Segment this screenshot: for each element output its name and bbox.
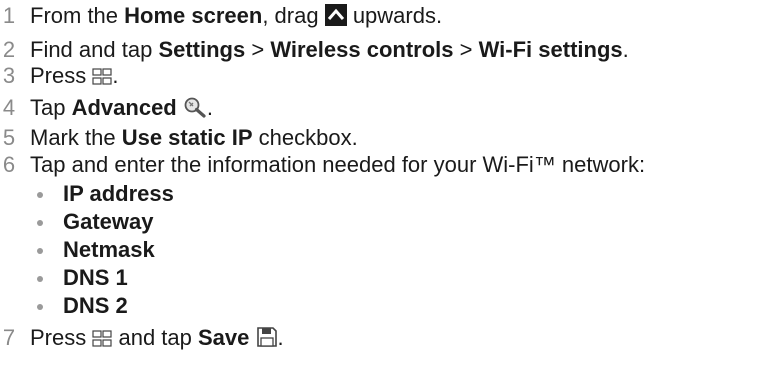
bullet-icon xyxy=(37,192,43,198)
step-text: . xyxy=(206,95,213,120)
magnifier-wrench-icon xyxy=(183,96,207,125)
step-number: 3 xyxy=(2,63,16,88)
step-text: . xyxy=(112,63,119,88)
step-text: Press xyxy=(30,63,93,88)
menu-icon xyxy=(92,327,112,355)
step-text: upwards. xyxy=(346,3,443,28)
step-keyword: Home screen xyxy=(124,3,263,28)
step-text: , drag xyxy=(262,3,325,28)
step-text: checkbox. xyxy=(252,125,358,150)
step-text: Find and tap xyxy=(30,37,159,62)
bullet-icon xyxy=(37,276,43,282)
field-label: Gateway xyxy=(63,209,154,234)
step-text: and tap xyxy=(112,325,198,350)
up-arrow-icon xyxy=(324,4,347,33)
step-number: 6 xyxy=(2,152,16,177)
step-text: Tap and enter the information needed for… xyxy=(30,152,646,177)
field-label: IP address xyxy=(63,181,174,206)
step-text: Press xyxy=(30,325,93,350)
step-text: Mark the xyxy=(30,125,122,150)
bullet-icon xyxy=(37,304,43,310)
step-keyword: Wi-Fi settings xyxy=(478,37,623,62)
step-keyword: Settings xyxy=(158,37,246,62)
step-keyword: Advanced xyxy=(71,95,177,120)
step-number: 5 xyxy=(2,125,16,150)
step-number: 1 xyxy=(2,3,16,28)
step-number: 7 xyxy=(2,325,16,350)
step-keyword: Wireless controls xyxy=(270,37,454,62)
bullet-icon xyxy=(37,248,43,254)
step-text: > xyxy=(453,37,479,62)
step-text: . xyxy=(622,37,629,62)
step-text: . xyxy=(277,325,284,350)
save-icon xyxy=(256,326,278,355)
step-keyword: Use static IP xyxy=(121,125,253,150)
step-text: From the xyxy=(30,3,125,28)
field-label: DNS 2 xyxy=(63,293,128,318)
menu-icon xyxy=(92,65,112,93)
step-number: 2 xyxy=(2,37,16,62)
step-keyword: Save xyxy=(198,325,250,350)
step-text: Tap xyxy=(30,95,72,120)
field-label: DNS 1 xyxy=(63,265,128,290)
step-text: > xyxy=(245,37,271,62)
field-label: Netmask xyxy=(63,237,155,262)
bullet-icon xyxy=(37,220,43,226)
step-number: 4 xyxy=(2,95,16,120)
